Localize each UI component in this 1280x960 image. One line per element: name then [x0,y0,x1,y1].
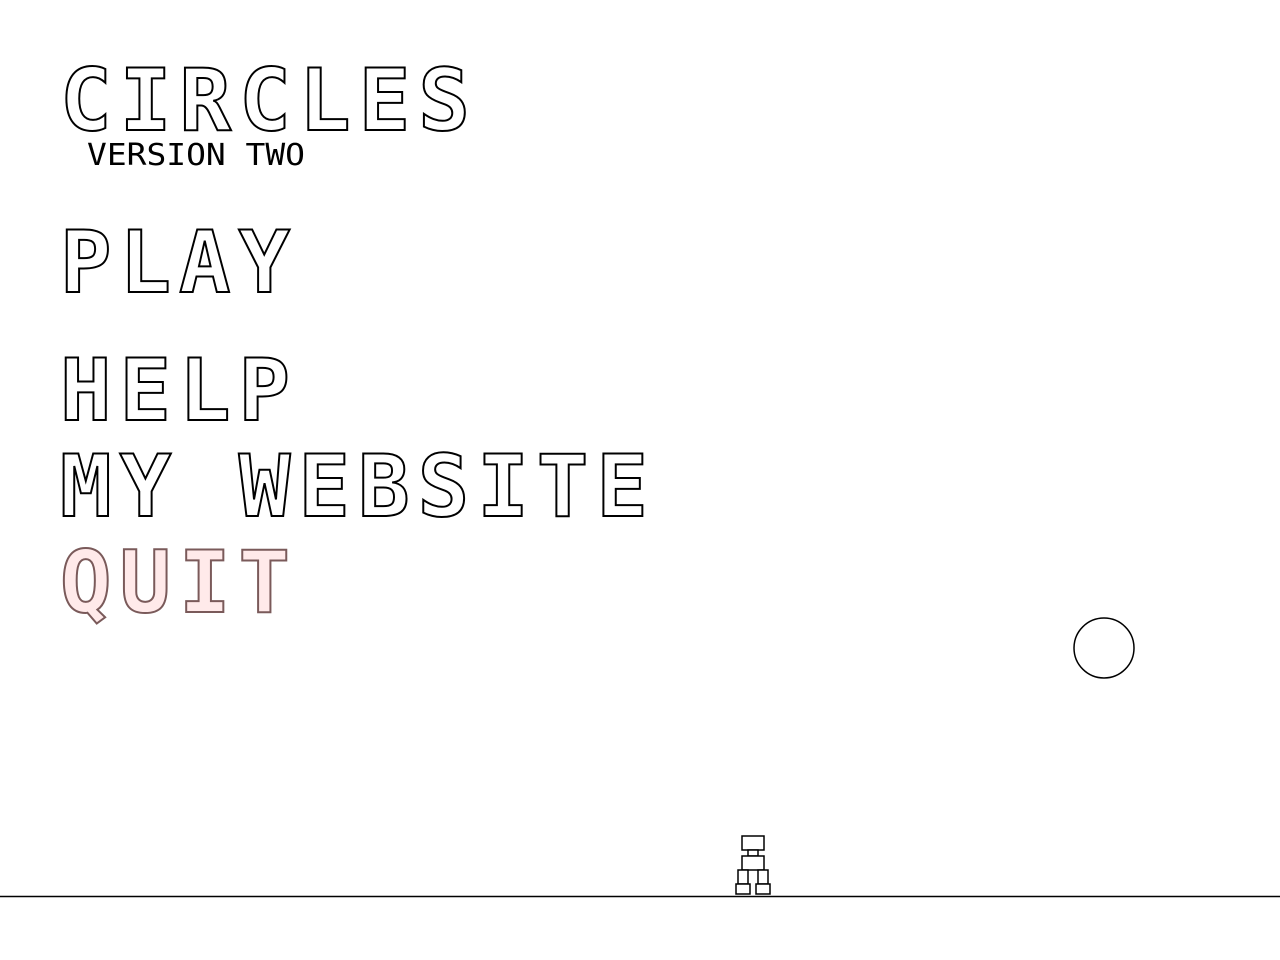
game-title: CIRCLES [60,51,478,151]
menu-item-help[interactable]: HELP [59,340,298,442]
game-scene: CIRCLES VERSION TWO PLAY HELP MY WEBSITE… [0,50,1280,898]
menu-item-help-label: HELP [60,341,298,441]
menu-item-play-label: PLAY [60,213,298,313]
menu-item-quit[interactable]: QUIT [59,532,298,634]
player-character-icon [735,835,771,895]
game-subtitle: VERSION TWO [87,138,305,173]
menu-item-my-website[interactable]: MY WEBSITE [59,436,656,538]
menu-item-my-website-label: MY WEBSITE [60,437,656,537]
circle-icon [1073,617,1135,679]
menu-item-play[interactable]: PLAY [59,212,298,314]
menu-item-quit-label: QUIT [60,533,298,633]
